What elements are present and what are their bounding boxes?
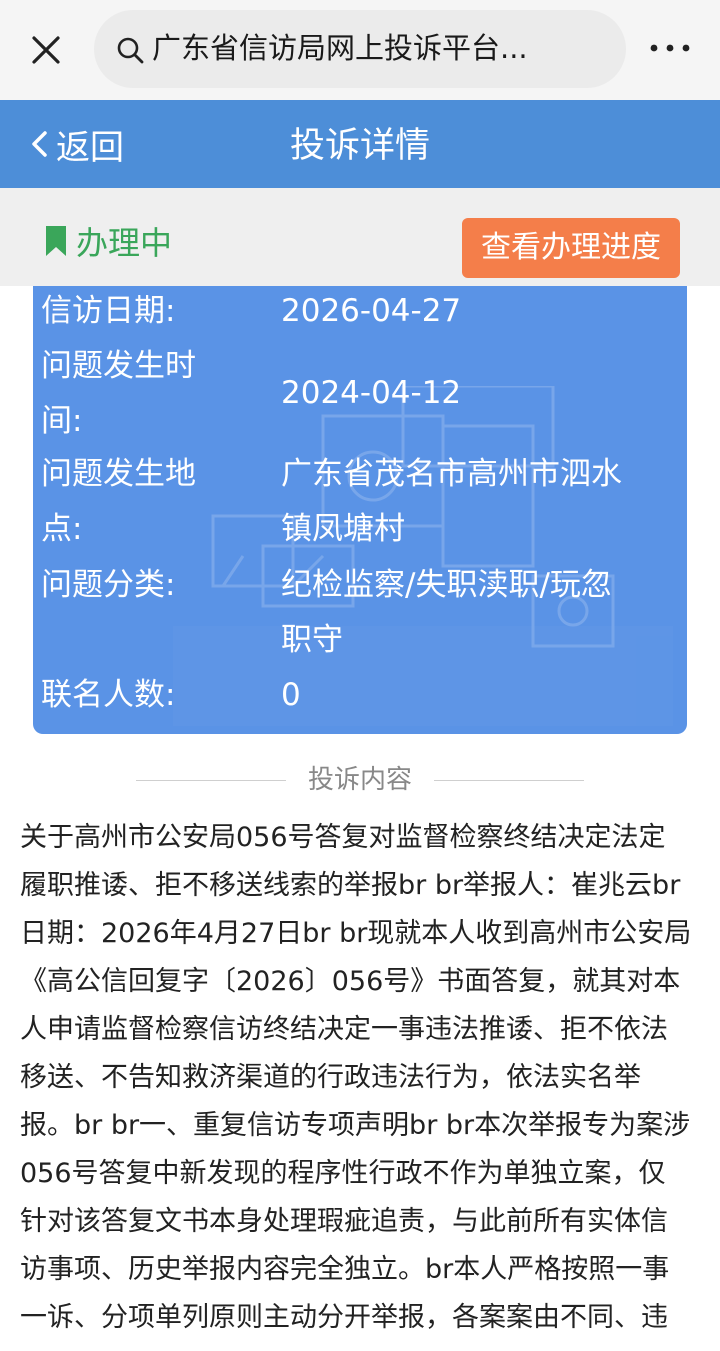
info-label: 问题发生时 [41,348,196,384]
divider-line [136,780,286,781]
divider-line [434,780,584,781]
info-value-cont: 镇凤塘村 [281,511,405,547]
info-label: 联名人数: [41,677,176,713]
info-value: 广东省茂名市高州市泗水 [281,456,622,492]
content-line: 访事项、历史举报内容完全独立。br本人严格按照一事 [20,1254,670,1285]
section-divider: 投诉内容 [136,762,584,798]
browser-toolbar: 广东省信访局网上投诉平台... [0,0,720,100]
info-label: 问题分类: [41,567,176,603]
info-row-cosigners: 联名人数: 0 [41,668,681,723]
info-value: 2024-04-12 [281,375,462,411]
section-title: 投诉内容 [307,765,412,795]
info-row-occurred-place: 问题发生地 点: 广东省茂名市高州市泗水 镇凤塘村 [41,447,681,557]
content-line: 日期：2026年4月27日br br现就本人收到高州市公安局 [20,918,692,949]
content-line: 《高公信回复字〔2026〕056号》书面答复，就其对本 [20,966,681,997]
content-line: 报。br br一、重复信访专项声明br br本次举报专为案涉 [20,1110,691,1141]
content-line: 针对该答复文书本身处理瑕疵追责，与此前所有实体信 [20,1206,668,1237]
content-line: 人申请监督检察信访终结决定一事违法推诿、拒不依法 [20,1014,668,1045]
info-value: 2026-04-27 [281,293,462,329]
page-header: 返回 投诉详情 [0,100,720,188]
info-row-category: 问题分类: 纪检监察/失职渎职/玩忽 职守 [41,558,681,668]
content-line: 一诉、分项单列原则主动分开举报，各案案由不同、违 [20,1302,668,1333]
page-title: 投诉详情 [289,126,430,166]
info-value-cont: 职守 [281,622,343,658]
url-search-text: 广东省信访局网上投诉平台... [152,31,528,65]
more-icon[interactable] [644,30,696,66]
info-label-cont: 点: [41,511,83,547]
content-line: 关于高州市公安局056号答复对监督检察终结决定法定 [20,822,666,853]
info-value: 0 [281,677,301,713]
complaint-info-card: 信访日期: 2026-04-27 问题发生时 间: 2024-04-12 问题发… [33,286,687,734]
info-row-date: 信访日期: 2026-04-27 [41,286,681,339]
url-search-bar[interactable]: 广东省信访局网上投诉平台... [94,10,626,88]
status-label: 办理中 [76,224,173,262]
bookmark-icon [46,226,66,256]
search-icon [117,37,144,64]
complaint-content: 关于高州市公安局056号答复对监督检察终结决定法定 履职推诿、拒不移送线索的举报… [20,814,692,1342]
close-icon[interactable] [22,28,70,72]
content-line: 056号答复中新发现的程序性行政不作为单独立案，仅 [20,1158,666,1189]
status-badge: 办理中 [44,218,172,264]
info-label: 问题发生地 [41,456,196,492]
content-line: 移送、不告知救济渠道的行政违法行为，依法实名举 [20,1062,641,1093]
info-row-occurred-time: 问题发生时 间: 2024-04-12 [41,339,681,449]
status-row: 办理中 查看办理进度 [0,188,720,286]
info-label-cont: 间: [41,403,83,439]
view-progress-button[interactable]: 查看办理进度 [462,218,680,278]
info-label: 信访日期: [41,293,176,329]
content-line: 履职推诿、拒不移送线索的举报br br举报人：崔兆云br [20,870,681,901]
info-value: 纪检监察/失职渎职/玩忽 [281,567,612,603]
